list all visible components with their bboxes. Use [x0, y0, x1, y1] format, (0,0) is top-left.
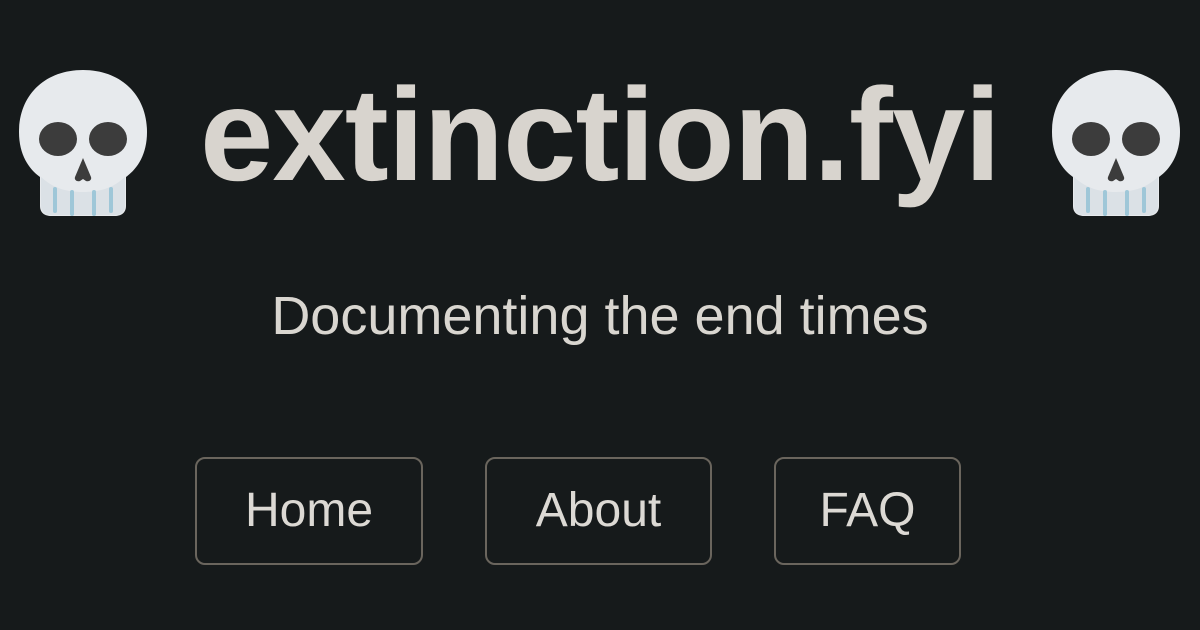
- skull-icon: [15, 66, 151, 218]
- about-button[interactable]: About: [485, 457, 712, 565]
- site-tagline: Documenting the end times: [271, 286, 929, 346]
- landing-page: extinction.fyi Documenting the end times…: [0, 0, 1200, 630]
- faq-button[interactable]: FAQ: [774, 457, 961, 565]
- home-button[interactable]: Home: [195, 457, 423, 565]
- skull-icon: [1048, 66, 1184, 218]
- site-title: extinction.fyi: [199, 61, 1001, 208]
